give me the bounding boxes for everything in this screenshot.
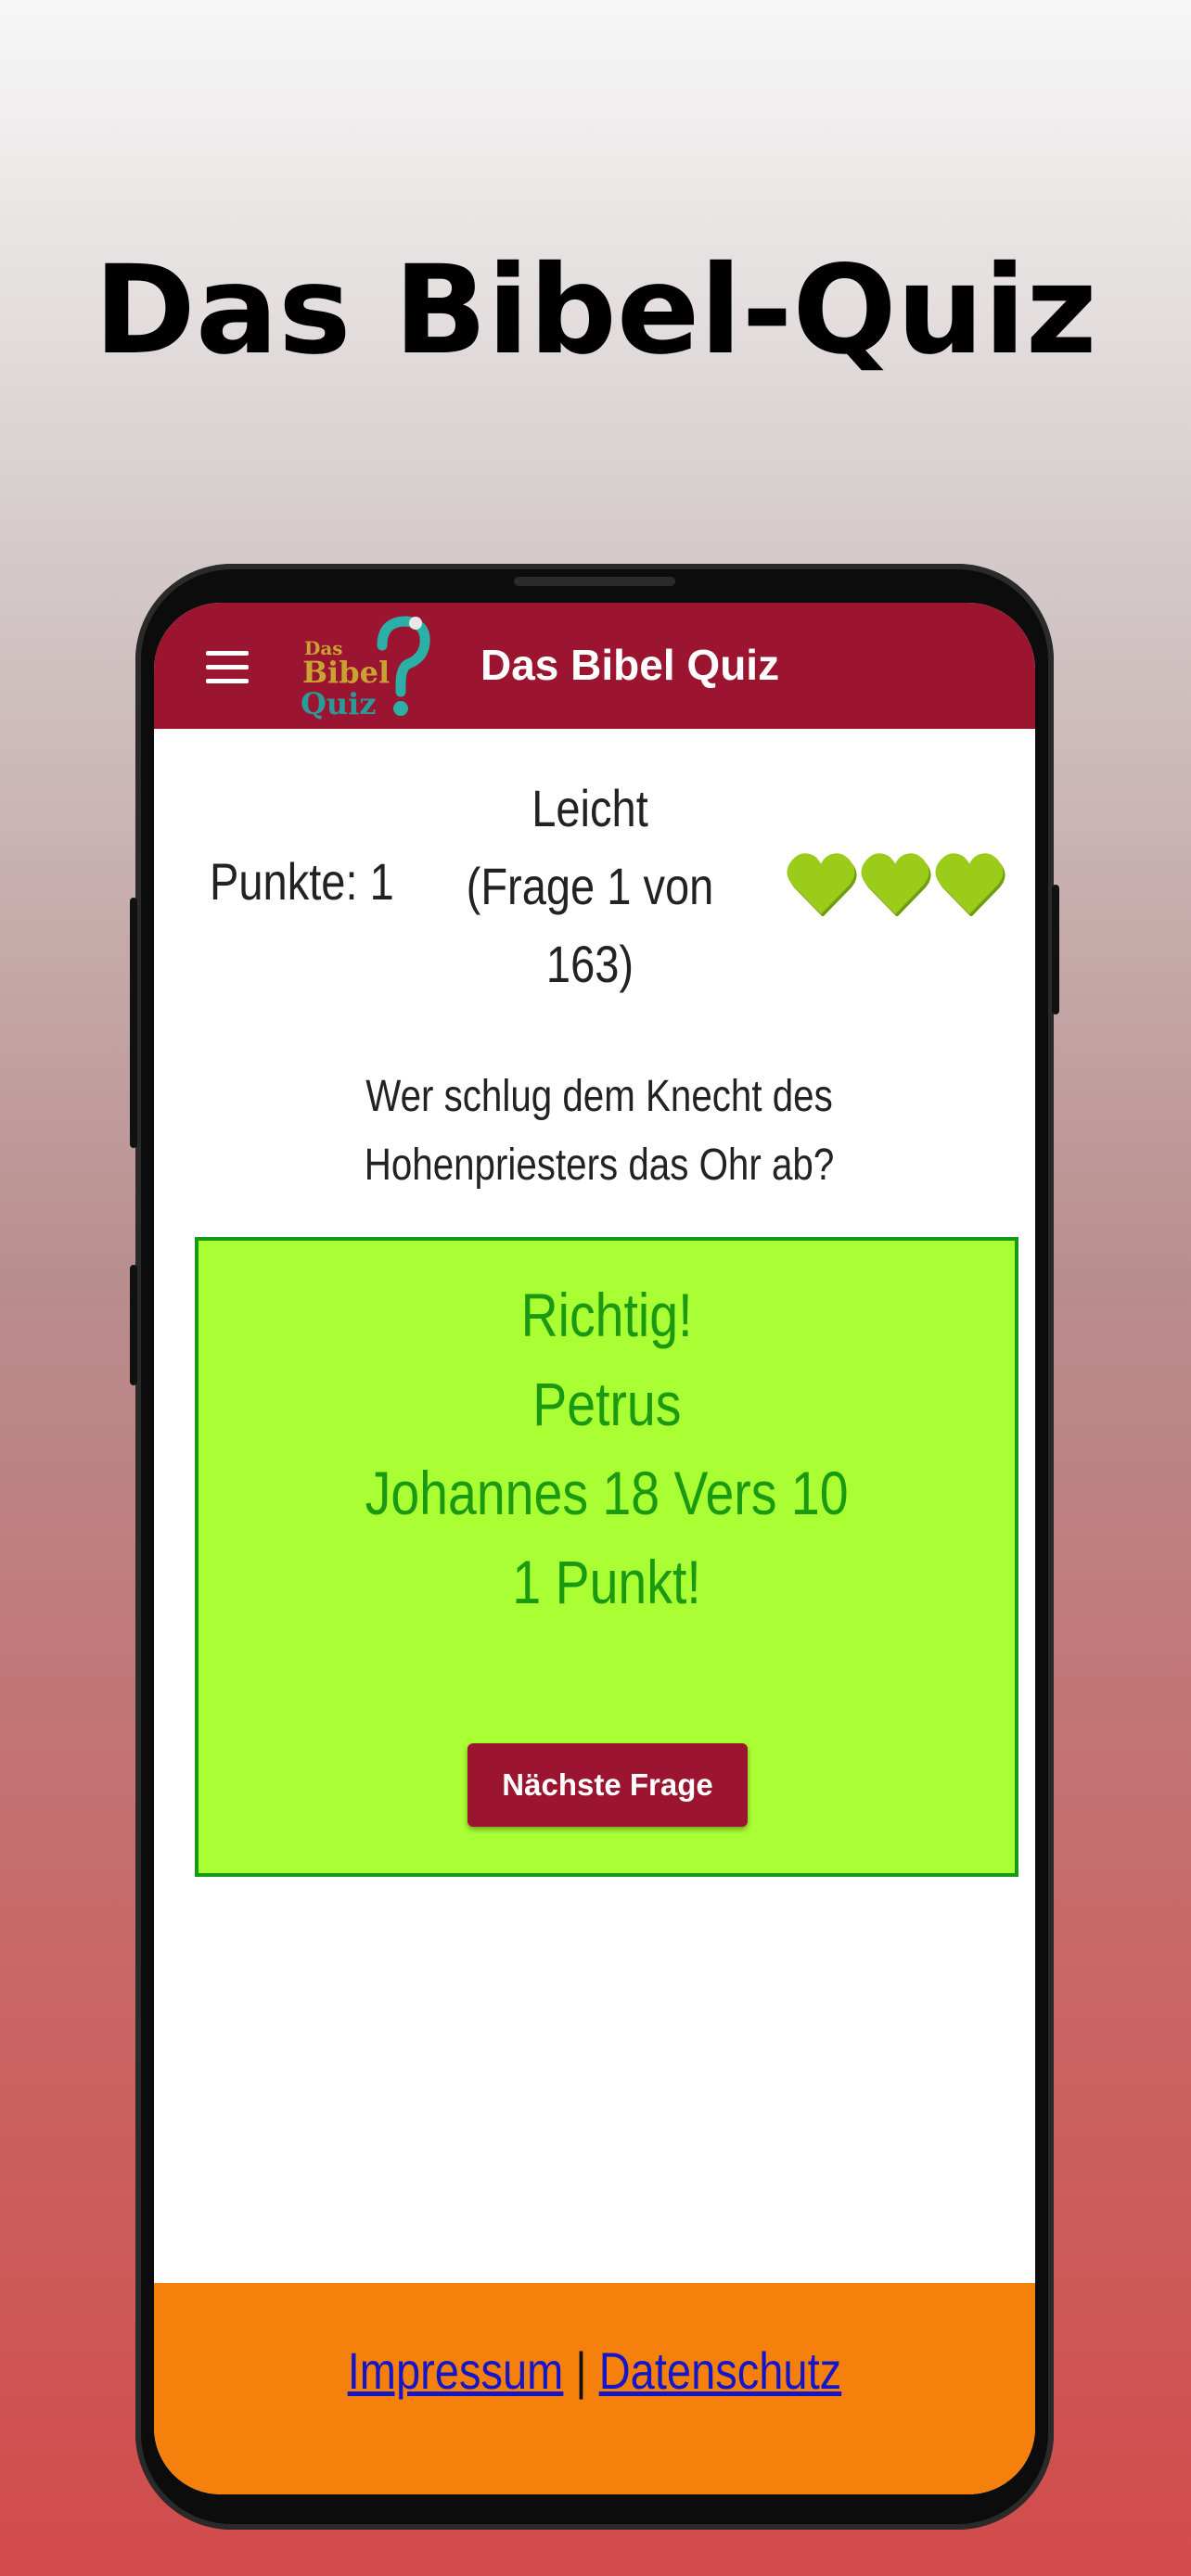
phone-side-button bbox=[130, 1265, 137, 1385]
result-points: 1 Punkt! bbox=[512, 1548, 701, 1616]
heart-icon bbox=[787, 853, 857, 916]
hamburger-icon[interactable] bbox=[206, 651, 249, 684]
app-screen: Das Bibel Quiz Das Bibel Quiz Punkte: 1 … bbox=[154, 603, 1035, 2494]
app-title: Das Bibel Quiz bbox=[480, 641, 780, 689]
level-progress: Leicht (Frage 1 von 163) bbox=[437, 770, 743, 1003]
datenschutz-link[interactable]: Datenschutz bbox=[599, 2341, 841, 2400]
impressum-link[interactable]: Impressum bbox=[348, 2341, 564, 2400]
question-progress: (Frage 1 von bbox=[466, 857, 714, 915]
promo-title: Das Bibel-Quiz bbox=[94, 239, 1097, 382]
footer-links: Impressum | Datenschutz bbox=[154, 2340, 1035, 2401]
app-logo: Das Bibel Quiz bbox=[301, 616, 430, 721]
phone-side-button bbox=[130, 898, 137, 1148]
phone-frame: Das Bibel Quiz Das Bibel Quiz Punkte: 1 … bbox=[130, 564, 1059, 2530]
footer-separator: | bbox=[575, 2341, 587, 2400]
phone-speaker bbox=[514, 577, 675, 586]
question-total: 163) bbox=[545, 935, 634, 993]
question-text: Wer schlug dem Knecht des Hohenpriesters… bbox=[364, 1072, 835, 1190]
svg-text:Quiz: Quiz bbox=[301, 686, 376, 721]
app-bar: Das Bibel Quiz Das Bibel Quiz bbox=[154, 603, 1035, 729]
svg-text:Bibel: Bibel bbox=[302, 655, 390, 690]
phone-side-button bbox=[1052, 885, 1059, 1014]
result-reference: Johannes 18 Vers 10 bbox=[365, 1459, 849, 1527]
score-label: Punkte: 1 bbox=[210, 852, 394, 911]
lives-indicator bbox=[785, 849, 1007, 924]
quiz-content: Punkte: 1 Leicht (Frage 1 von 163) Wer s… bbox=[154, 729, 1035, 2283]
result-verdict: Richtig! bbox=[520, 1281, 693, 1349]
result-panel: Richtig! Petrus Johannes 18 Vers 10 1 Pu… bbox=[195, 1237, 1018, 1877]
heart-icon bbox=[861, 853, 931, 916]
result-answer: Petrus bbox=[531, 1370, 682, 1438]
next-question-button[interactable]: Nächste Frage bbox=[467, 1743, 748, 1827]
footer: Impressum | Datenschutz bbox=[154, 2283, 1035, 2494]
difficulty-level: Leicht bbox=[531, 779, 648, 837]
heart-icon bbox=[935, 853, 1005, 916]
